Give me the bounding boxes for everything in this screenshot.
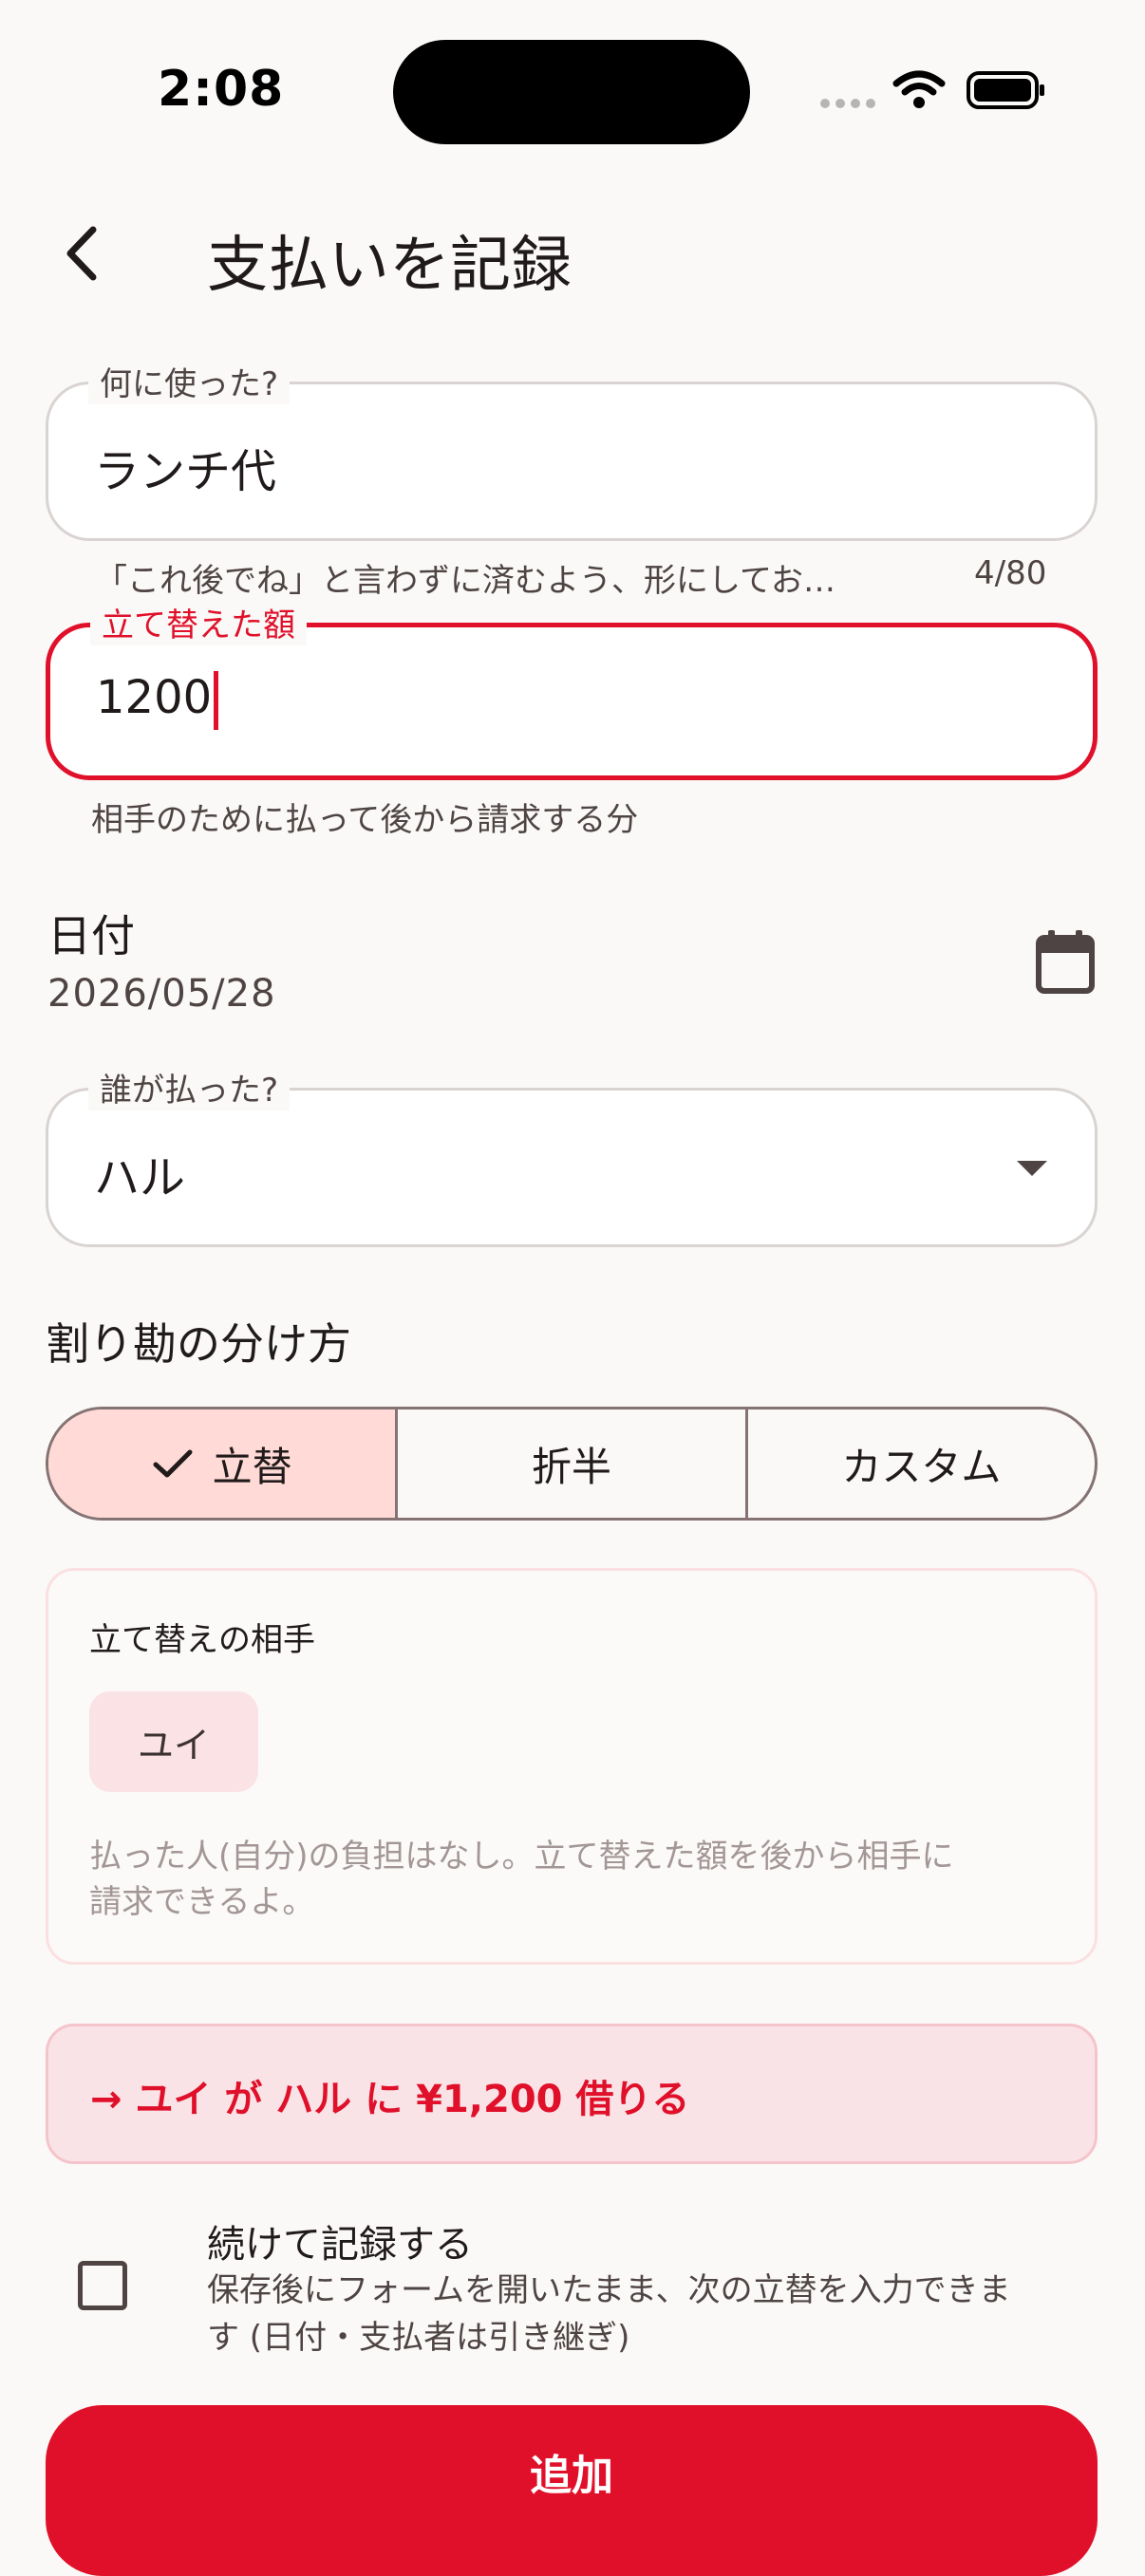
partner-chip-label: ユイ <box>137 1724 210 1766</box>
payer-value: ハル <box>94 1151 186 1204</box>
split-heading: 割り勘の分け方 <box>46 1318 351 1370</box>
continue-checkbox[interactable] <box>78 2261 127 2310</box>
partner-note: 払った人(自分)の負担はなし。立て替えた額を後から相手に 請求できるよ。 <box>89 1834 954 1925</box>
description-field[interactable]: 何に使った? ランチ代 <box>46 358 1098 541</box>
back-button[interactable] <box>55 220 112 287</box>
split-segmented-control: 立替 折半 カスタム <box>46 1407 1098 1521</box>
continue-description-line1: 保存後にフォームを開いたまま、次の立替を入力できま <box>207 2271 1011 2309</box>
add-button-label: 追加 <box>530 2452 613 2500</box>
segment-tatekae-label: 立替 <box>212 1443 292 1490</box>
date-value[interactable]: 2026/05/28 <box>47 972 276 1016</box>
signal-icon <box>820 99 875 108</box>
check-icon <box>153 1449 193 1478</box>
segment-custom[interactable]: カスタム <box>744 1409 1095 1518</box>
amount-field[interactable]: 立て替えた額 1200 <box>46 599 1098 780</box>
add-button[interactable]: 追加 <box>46 2405 1098 2576</box>
partner-note-line2: 請求できるよ。 <box>89 1883 315 1921</box>
calendar-icon[interactable] <box>1035 928 1096 995</box>
dropdown-arrow-icon <box>1017 1161 1047 1176</box>
segment-tatekae[interactable]: 立替 <box>48 1409 396 1518</box>
page-title: 支払いを記録 <box>207 231 572 301</box>
continue-description-line2: す (日付・支払者は引き継ぎ) <box>207 2319 630 2357</box>
description-value: ランチ代 <box>94 445 277 498</box>
partner-heading: 立て替えの相手 <box>89 1621 315 1659</box>
summary-banner: → ユイ が ハル に ¥1,200 借りる <box>46 2024 1098 2164</box>
partner-note-line1: 払った人(自分)の負担はなし。立て替えた額を後から相手に <box>89 1838 954 1876</box>
partner-chip-yui[interactable]: ユイ <box>89 1691 258 1792</box>
description-helper: 「これ後でね」と言わずに済むよう、形にしてお… <box>95 562 835 600</box>
description-label: 何に使った? <box>88 358 291 404</box>
continue-title: 続けて記録する <box>207 2223 473 2267</box>
dynamic-island <box>393 40 750 144</box>
segment-seppan-label: 折半 <box>531 1443 611 1490</box>
date-label: 日付 <box>47 910 135 961</box>
description-counter: 4/80 <box>974 554 1047 592</box>
status-time: 2:08 <box>158 61 285 118</box>
continue-description: 保存後にフォームを開いたまま、次の立替を入力できま す (日付・支払者は引き継ぎ… <box>207 2267 1011 2361</box>
segment-seppan[interactable]: 折半 <box>395 1409 744 1518</box>
amount-label: 立て替えた額 <box>90 599 307 645</box>
payer-label: 誰が払った? <box>88 1064 291 1111</box>
segment-custom-label: カスタム <box>841 1443 1002 1490</box>
amount-value: 1200 <box>96 671 213 724</box>
summary-text: → ユイ が ハル に ¥1,200 借りる <box>90 2078 690 2121</box>
text-cursor <box>214 671 219 730</box>
amount-helper: 相手のために払って後から請求する分 <box>91 801 639 839</box>
battery-icon <box>967 71 1044 109</box>
wifi-icon <box>892 70 946 108</box>
payer-dropdown[interactable]: 誰が払った? ハル <box>46 1064 1098 1247</box>
